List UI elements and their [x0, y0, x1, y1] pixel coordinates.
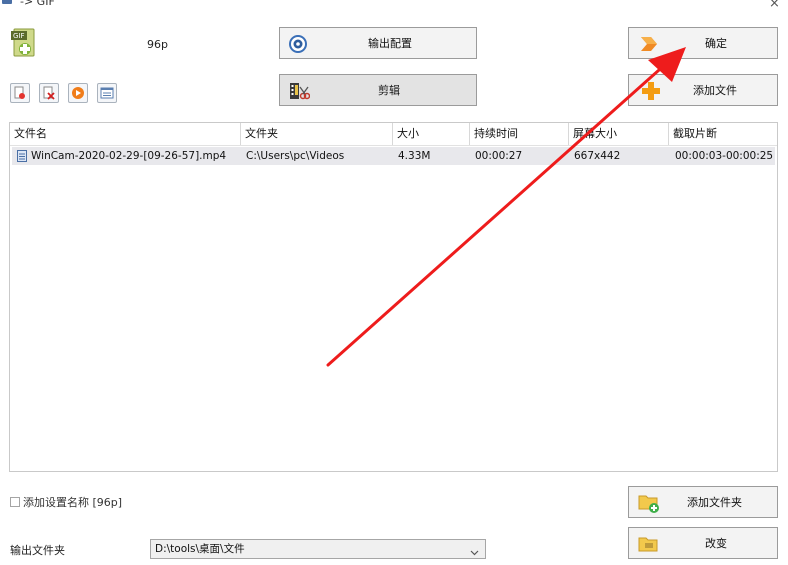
window-list-icon [100, 87, 114, 99]
add-file-label: 添加文件 [693, 84, 737, 97]
output-folder-select[interactable]: D:\tools\桌面\文件 [150, 539, 486, 559]
column-header-size[interactable]: 大小 [393, 123, 470, 145]
change-button[interactable]: 改变 [628, 527, 778, 559]
file-list-table: 文件名 文件夹 大小 持续时间 屏幕大小 截取片断 WinCam-2020-02… [9, 122, 778, 472]
column-header-filename[interactable]: 文件名 [10, 123, 241, 145]
column-header-clip[interactable]: 截取片断 [669, 123, 777, 145]
chevron-down-icon [470, 546, 479, 559]
column-header-duration[interactable]: 持续时间 [470, 123, 569, 145]
title-bar: -> GIF × [0, 0, 788, 10]
folder-open-icon [638, 535, 660, 556]
play-icon [72, 87, 84, 99]
output-folder-label: 输出文件夹 [10, 544, 65, 557]
folder-add-icon [638, 492, 660, 517]
output-folder-value: D:\tools\桌面\文件 [155, 543, 245, 555]
delete-icon [43, 86, 55, 100]
confirm-button[interactable]: 确定 [628, 27, 778, 59]
output-settings-icon [288, 34, 308, 57]
app-icon [2, 0, 12, 4]
gif-format-icon: GIF [10, 28, 38, 58]
confirm-label: 确定 [705, 37, 727, 50]
cell-clip: 00:00:03-00:00:25 [675, 150, 774, 162]
profile-name: 96p [147, 38, 168, 51]
cell-filename: WinCam-2020-02-29-[09-26-57].mp4 [31, 150, 227, 162]
edit-button[interactable]: 剪辑 [279, 74, 477, 106]
add-setting-name-option[interactable]: 添加设置名称 [96p] [10, 494, 122, 510]
output-config-label: 输出配置 [368, 37, 412, 50]
video-file-icon [17, 150, 27, 162]
column-header-folder[interactable]: 文件夹 [241, 123, 393, 145]
cell-screen-size: 667x442 [574, 150, 621, 162]
table-header: 文件名 文件夹 大小 持续时间 屏幕大小 截取片断 [10, 123, 777, 146]
svg-text:GIF: GIF [13, 32, 25, 40]
add-folder-label: 添加文件夹 [687, 496, 742, 509]
add-folder-button[interactable]: 添加文件夹 [628, 486, 778, 518]
table-row[interactable]: WinCam-2020-02-29-[09-26-57].mp4 C:\User… [12, 147, 775, 165]
cell-duration: 00:00:27 [475, 150, 523, 162]
column-header-screen-size[interactable]: 屏幕大小 [569, 123, 669, 145]
settings-panel-button[interactable] [97, 83, 117, 103]
new-file-icon [14, 86, 25, 99]
add-icon [641, 81, 661, 104]
close-icon[interactable]: × [769, 0, 780, 10]
change-label: 改变 [705, 537, 727, 550]
film-edit-icon [288, 81, 311, 104]
cell-folder: C:\Users\pc\Videos [246, 150, 345, 162]
delete-profile-button[interactable] [39, 83, 59, 103]
add-setting-name-label: 添加设置名称 [96p] [23, 496, 123, 509]
add-file-button[interactable]: 添加文件 [628, 74, 778, 106]
cell-size: 4.33M [398, 150, 431, 162]
new-profile-button[interactable] [10, 83, 30, 103]
edit-label: 剪辑 [378, 84, 400, 97]
arrow-right-icon [639, 34, 659, 57]
play-preview-button[interactable] [68, 83, 88, 103]
add-setting-name-checkbox[interactable] [10, 497, 20, 507]
window-title: -> GIF [20, 0, 55, 8]
output-config-button[interactable]: 输出配置 [279, 27, 477, 59]
